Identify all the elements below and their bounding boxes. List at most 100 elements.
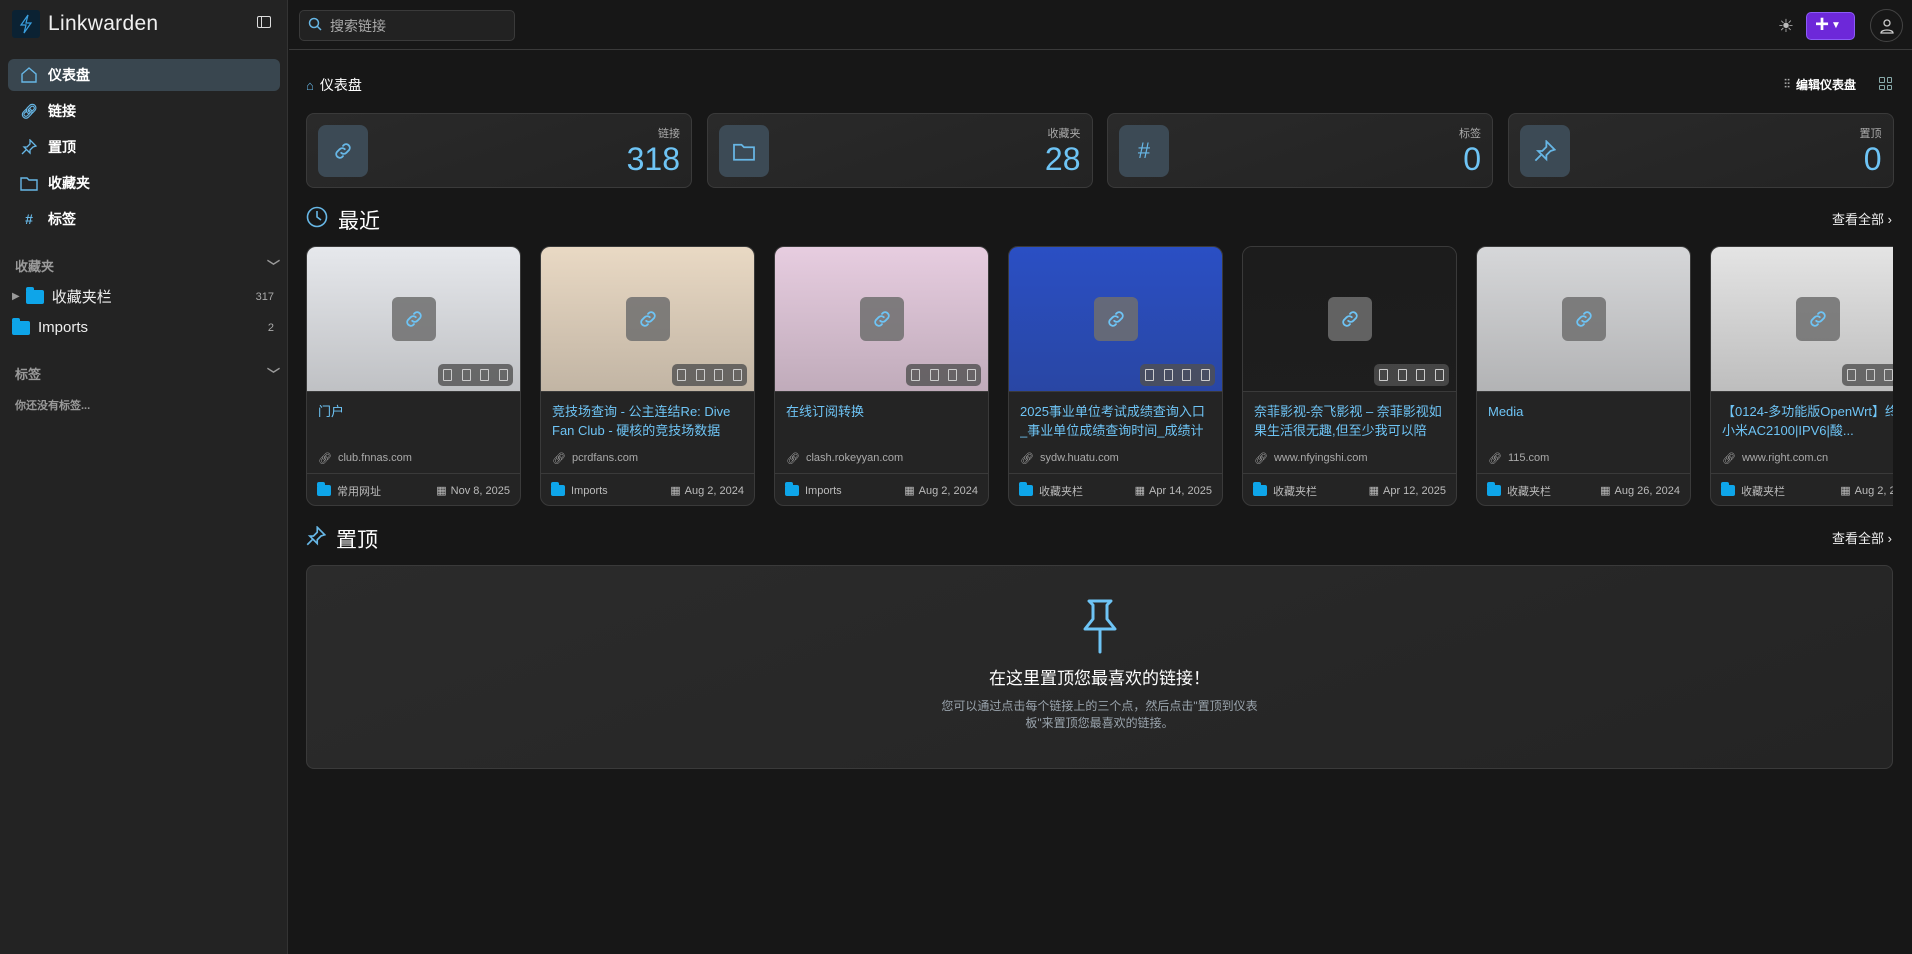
link-collection[interactable]: 收藏夹栏 xyxy=(1039,483,1083,499)
image-icon[interactable] xyxy=(461,369,471,381)
grid-icon[interactable] xyxy=(1879,77,1892,90)
tags-section-header[interactable]: 标签 ﹀ xyxy=(15,364,280,383)
link-date: Apr 12, 2025 xyxy=(1383,484,1446,497)
section-title: 置顶 xyxy=(336,529,378,552)
search-input[interactable]: 搜索链接 xyxy=(299,10,515,41)
link-collection[interactable]: 常用网址 xyxy=(337,483,381,499)
link-collection[interactable]: 收藏夹栏 xyxy=(1741,483,1785,499)
link-url: 🔗︎ pcrdfans.com xyxy=(552,452,638,465)
link-preview-image xyxy=(541,247,754,392)
link-title[interactable]: 2025事业单位考试成绩查询入口_事业单位成绩查询时间_成绩计算... xyxy=(1020,402,1211,442)
link-card[interactable]: 竞技场查询 - 公主连结Re: Dive Fan Club - 硬核的竞技场数据… xyxy=(540,246,755,506)
html-icon[interactable] xyxy=(1846,369,1856,381)
stat-card[interactable]: 收藏夹 28 xyxy=(706,113,1093,188)
caret-down-icon: ▼ xyxy=(1831,19,1841,31)
image-icon[interactable] xyxy=(1163,369,1173,381)
pin-icon xyxy=(1519,125,1570,177)
pdf-icon[interactable] xyxy=(714,369,724,381)
link-title[interactable]: 门户 xyxy=(318,402,509,442)
readable-icon[interactable] xyxy=(1435,369,1445,381)
link-title[interactable]: 在线订阅转换 xyxy=(786,402,977,442)
pdf-icon[interactable] xyxy=(480,369,490,381)
readable-icon[interactable] xyxy=(499,369,509,381)
stat-label: 置顶 xyxy=(1859,128,1882,140)
link-title[interactable]: 竞技场查询 - 公主连结Re: Dive Fan Club - 硬核的竞技场数据… xyxy=(552,402,743,442)
pushpin-icon xyxy=(1083,599,1117,660)
link-preview-image xyxy=(1711,247,1893,392)
link-url: 🔗︎ 115.com xyxy=(1488,452,1549,465)
theme-toggle-sun-icon[interactable]: ☀ xyxy=(1778,16,1794,37)
pinned-heading: 置顶 xyxy=(306,524,378,554)
link-collection[interactable]: 收藏夹栏 xyxy=(1273,483,1317,499)
link-date: Aug 2, 2024 xyxy=(1854,484,1893,497)
link-url-text: club.fnnas.com xyxy=(337,452,412,464)
link-card[interactable]: 奈菲影视-奈飞影视 – 奈菲影视如果生活很无趣,但至少我可以陪你... 🔗︎ ww… xyxy=(1242,246,1457,506)
image-icon[interactable] xyxy=(929,369,939,381)
image-icon[interactable] xyxy=(1397,369,1407,381)
link-icon xyxy=(1327,297,1372,341)
link-icon: 🔗︎ xyxy=(1488,453,1502,465)
add-button[interactable]: + ▼ xyxy=(1806,12,1855,40)
avatar[interactable] xyxy=(1870,9,1903,42)
sidebar-item-dashboard[interactable]: 仪表盘 xyxy=(8,59,280,91)
sidebar-item-tags[interactable]: # 标签 xyxy=(8,203,280,235)
readable-icon[interactable] xyxy=(1201,369,1211,381)
recent-links-list: 门户 🔗︎ club.fnnas.com 常用网址 ▦ Nov 8, 2025 竞技… xyxy=(306,246,1893,508)
edit-dashboard-button[interactable]: ⫶⫶ 编辑仪表盘 xyxy=(1784,76,1856,93)
sidebar-item-collections[interactable]: 收藏夹 xyxy=(8,167,280,199)
image-icon[interactable] xyxy=(695,369,705,381)
html-icon[interactable] xyxy=(1378,369,1388,381)
sidebar-toggle-icon[interactable] xyxy=(257,16,271,28)
pinned-view-all-link[interactable]: 查看全部 › xyxy=(1832,528,1892,547)
html-icon[interactable] xyxy=(676,369,686,381)
link-icon xyxy=(391,297,436,341)
link-card[interactable]: 2025事业单位考试成绩查询入口_事业单位成绩查询时间_成绩计算... 🔗︎ sy… xyxy=(1008,246,1223,506)
link-icon xyxy=(1093,297,1138,341)
stat-card[interactable]: 置顶 0 xyxy=(1507,113,1894,188)
html-icon[interactable] xyxy=(442,369,452,381)
stat-value: 0 xyxy=(1463,141,1481,177)
folder-icon xyxy=(1019,482,1033,496)
link-collection[interactable]: 收藏夹栏 xyxy=(1507,483,1551,499)
sidebar-item-pinned[interactable]: 置顶 xyxy=(8,131,280,163)
html-icon[interactable] xyxy=(1144,369,1154,381)
stat-card[interactable]: # 标签 0 xyxy=(1107,113,1493,188)
link-date: Nov 8, 2025 xyxy=(450,484,510,497)
sidebar-item-links[interactable]: 🔗︎ 链接 xyxy=(8,95,280,127)
pdf-icon[interactable] xyxy=(1416,369,1426,381)
recent-view-all-link[interactable]: 查看全部 › xyxy=(1832,209,1892,228)
link-footer: Imports ▦ Aug 2, 2024 xyxy=(541,473,754,505)
app-name: Linkwarden xyxy=(48,12,159,35)
link-card[interactable]: 门户 🔗︎ club.fnnas.com 常用网址 ▦ Nov 8, 2025 xyxy=(306,246,521,506)
link-url-text: 115.com xyxy=(1507,452,1550,464)
collections-section-header[interactable]: 收藏夹 ﹀ xyxy=(15,256,280,275)
logo[interactable]: Linkwarden xyxy=(12,10,158,38)
link-card[interactable]: 【0124-多功能版OpenWrt】终&小米AC2100|IPV6|酸... 🔗… xyxy=(1710,246,1893,506)
chevron-right-icon: › xyxy=(1887,212,1892,227)
pin-icon xyxy=(20,138,38,156)
link-card[interactable]: Media 🔗︎ 115.com 收藏夹栏 ▦ Aug 26, 2024 xyxy=(1476,246,1691,506)
folder-icon xyxy=(25,286,44,304)
readable-icon[interactable] xyxy=(967,369,977,381)
topbar: 搜索链接 ☀ + ▼ xyxy=(289,0,1912,50)
caret-right-icon[interactable]: ▶ xyxy=(12,291,20,302)
collection-item[interactable]: ▶ 收藏夹栏 317 xyxy=(12,286,274,307)
link-title[interactable]: 【0124-多功能版OpenWrt】终&小米AC2100|IPV6|酸... xyxy=(1722,402,1893,442)
folder-icon xyxy=(20,174,38,192)
pdf-icon[interactable] xyxy=(1884,369,1893,381)
image-icon[interactable] xyxy=(1865,369,1875,381)
link-url-text: pcrdfans.com xyxy=(571,452,638,464)
collection-item[interactable]: Imports 2 xyxy=(12,317,274,336)
stat-card[interactable]: 链接 318 xyxy=(306,113,692,188)
recent-heading: 最近 xyxy=(306,205,380,235)
link-icon: 🔗︎ xyxy=(1254,453,1268,465)
pdf-icon[interactable] xyxy=(948,369,958,381)
link-collection[interactable]: Imports xyxy=(805,485,842,497)
link-title[interactable]: Media xyxy=(1488,402,1679,442)
pdf-icon[interactable] xyxy=(1182,369,1192,381)
link-title[interactable]: 奈菲影视-奈飞影视 – 奈菲影视如果生活很无趣,但至少我可以陪你... xyxy=(1254,402,1445,442)
link-collection[interactable]: Imports xyxy=(571,485,608,497)
html-icon[interactable] xyxy=(910,369,920,381)
link-card[interactable]: 在线订阅转换 🔗︎ clash.rokeyyan.com Imports ▦ Aug… xyxy=(774,246,989,506)
readable-icon[interactable] xyxy=(733,369,743,381)
